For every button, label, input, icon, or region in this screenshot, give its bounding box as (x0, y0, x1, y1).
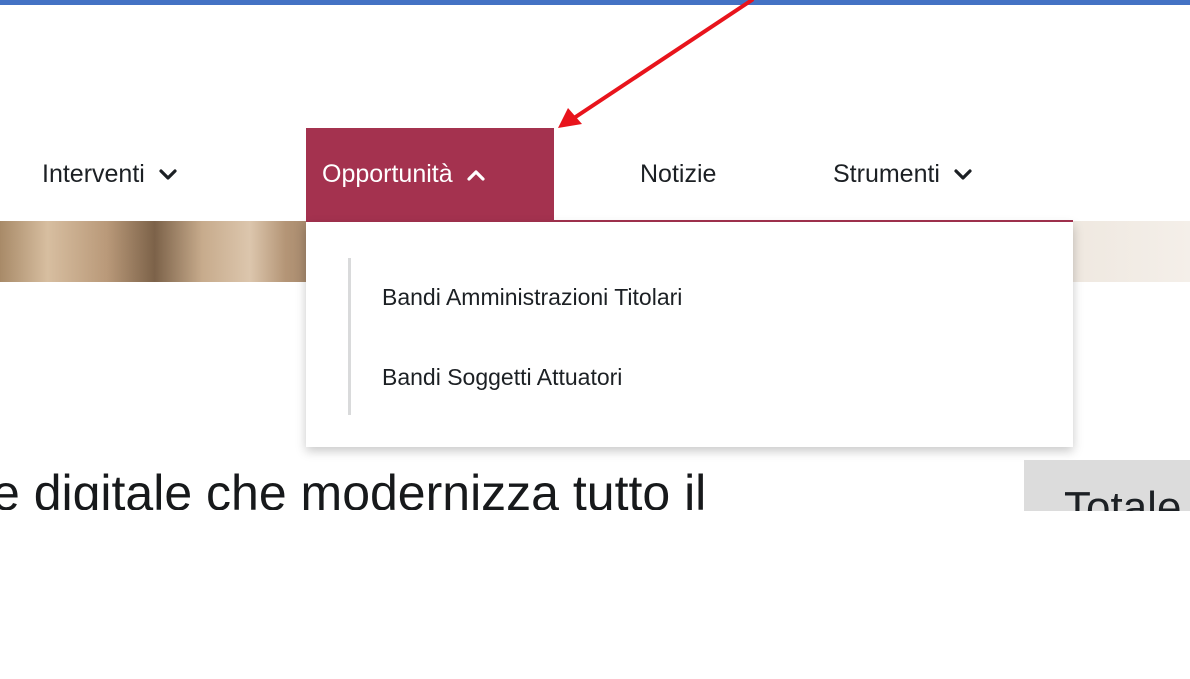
nav-item-label: Notizie (640, 160, 717, 188)
dropdown-item-bandi-soggetti-attuatori[interactable]: Bandi Soggetti Attuatori (382, 364, 622, 391)
main-navigation: Interventi Opportunità Notizie Strumenti (0, 128, 1190, 221)
top-border-line (0, 0, 1190, 5)
chevron-down-icon (954, 168, 972, 181)
dropdown-rail-divider (348, 258, 351, 415)
chevron-up-icon (467, 169, 485, 181)
opportunita-dropdown-menu: Bandi Amministrazioni Titolari Bandi Sog… (306, 222, 1073, 447)
page: Interventi Opportunità Notizie Strumenti… (0, 0, 1190, 679)
nav-item-notizie[interactable]: Notizie (640, 128, 716, 221)
totals-box: Totale (1024, 460, 1190, 511)
nav-item-interventi[interactable]: Interventi (42, 128, 177, 221)
nav-item-label: Strumenti (833, 160, 940, 188)
page-headline: e digitale che modernizza tutto il (0, 465, 707, 510)
nav-item-strumenti[interactable]: Strumenti (833, 128, 972, 221)
nav-item-opportunita[interactable]: Opportunità (306, 128, 554, 221)
nav-item-label: Opportunità (322, 160, 453, 188)
chevron-down-icon (159, 168, 177, 181)
totals-box-label: Totale (1064, 483, 1182, 511)
nav-item-label: Interventi (42, 160, 145, 188)
dropdown-item-bandi-amministrazioni-titolari[interactable]: Bandi Amministrazioni Titolari (382, 284, 682, 311)
